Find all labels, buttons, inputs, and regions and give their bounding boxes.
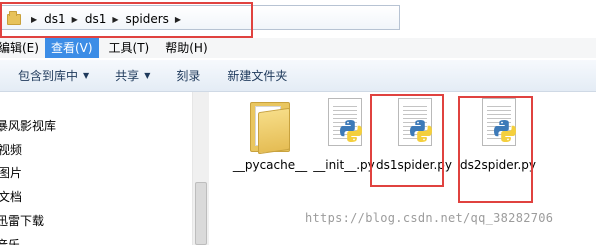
highlight-box-address: [0, 2, 253, 38]
menu-bar: 编辑(E) 查看(V) 工具(T) 帮助(H): [0, 38, 596, 58]
nav-item-pictures[interactable]: 图片: [0, 163, 22, 183]
scrollbar-thumb[interactable]: [195, 182, 207, 245]
nav-item-videos[interactable]: 视频: [0, 140, 22, 160]
new-folder-button[interactable]: 新建文件夹: [227, 65, 287, 87]
command-bar: 包含到库中 ▼ 共享 ▼ 刻录 新建文件夹: [0, 59, 596, 92]
share-label: 共享: [115, 68, 140, 83]
burn-button[interactable]: 刻录: [176, 65, 200, 87]
file-item-pycache[interactable]: __pycache__: [230, 98, 310, 174]
include-in-library-button[interactable]: 包含到库中 ▼: [18, 65, 89, 87]
chevron-down-icon: ▼: [144, 70, 151, 80]
include-in-library-label: 包含到库中: [18, 68, 79, 83]
chevron-down-icon: ▼: [83, 70, 90, 80]
nav-item-xunlei-downloads[interactable]: 迅雷下载: [0, 211, 44, 231]
menu-help[interactable]: 帮助(H): [159, 38, 213, 58]
nav-item-documents[interactable]: 文档: [0, 187, 22, 207]
nav-item-music[interactable]: 音乐: [0, 235, 20, 245]
highlight-box-ds1spider: [370, 94, 444, 187]
nav-item-baofeng-library[interactable]: 暴风影视库: [0, 116, 56, 136]
new-folder-label: 新建文件夹: [227, 68, 288, 83]
share-button[interactable]: 共享 ▼: [115, 65, 150, 87]
menu-view[interactable]: 查看(V): [44, 38, 99, 58]
nav-scrollbar[interactable]: [192, 92, 209, 245]
menu-tools[interactable]: 工具(T): [103, 38, 156, 58]
watermark: https://blog.csdn.net/qq_38282706: [305, 211, 554, 225]
highlight-box-ds2spider: [458, 96, 533, 203]
python-file-icon: [322, 98, 366, 152]
folder-icon: [248, 98, 292, 155]
file-name: __pycache__: [232, 158, 308, 172]
menu-edit[interactable]: 编辑(E): [0, 38, 45, 58]
navigation-pane: 暴风影视库 视频 图片 文档 迅雷下载 音乐: [0, 92, 209, 245]
burn-label: 刻录: [176, 68, 201, 83]
